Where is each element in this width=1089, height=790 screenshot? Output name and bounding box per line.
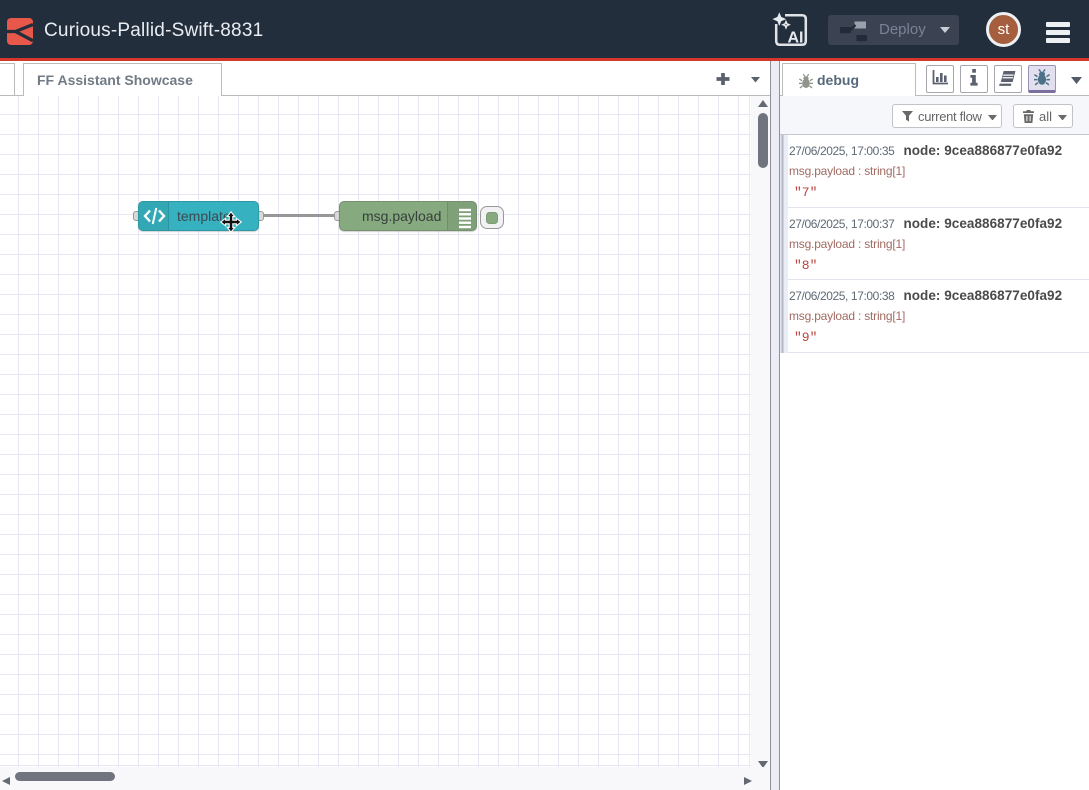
svg-text:AI: AI bbox=[788, 30, 804, 47]
